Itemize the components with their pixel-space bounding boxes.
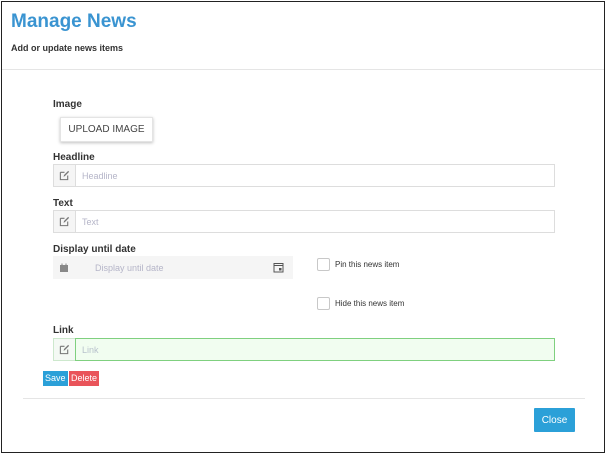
headline-input[interactable] [75,164,555,187]
text-input[interactable] [75,210,555,233]
hide-news-label: Hide this news item [335,299,405,308]
pin-news-label: Pin this news item [335,260,400,269]
date-input-group [53,256,293,279]
calendar-icon [53,256,75,279]
pin-news-option[interactable]: Pin this news item [317,258,399,271]
link-input[interactable] [75,338,555,361]
edit-icon [53,164,75,187]
calendar-picker-icon[interactable] [267,256,289,279]
footer-divider [23,398,585,399]
headline-input-group [53,164,555,187]
edit-icon [53,338,75,361]
text-input-group [53,210,555,233]
page-subtitle: Add or update news items [11,43,124,53]
display-until-date-input[interactable] [75,256,267,279]
link-label: Link [53,325,74,336]
hide-news-checkbox[interactable] [317,297,330,310]
page-title: Manage News [11,11,137,32]
delete-button[interactable]: Delete [69,371,100,386]
manage-news-dialog: Manage News Add or update news items Ima… [1,1,605,453]
image-label: Image [53,99,82,110]
edit-icon [53,210,75,233]
upload-image-button[interactable]: UPLOAD IMAGE [60,117,153,142]
hide-news-option[interactable]: Hide this news item [317,297,404,310]
dialog-header: Manage News Add or update news items [2,2,604,70]
text-label: Text [53,198,73,209]
headline-label: Headline [53,152,95,163]
save-button[interactable]: Save [43,371,68,386]
close-button[interactable]: Close [534,408,575,432]
link-input-group [53,338,555,361]
display-until-date-label: Display until date [53,244,136,255]
pin-news-checkbox[interactable] [317,258,330,271]
